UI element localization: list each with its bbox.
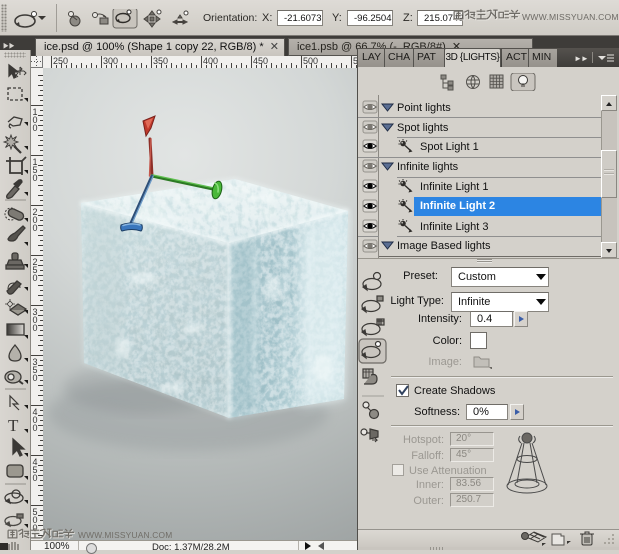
- svg-text:0: 0: [33, 373, 38, 383]
- svg-text:0: 0: [33, 323, 38, 333]
- svg-text:WWW.MISSYUAN.COM: WWW.MISSYUAN.COM: [78, 530, 172, 540]
- svg-text:350: 350: [153, 56, 168, 66]
- svg-text:400: 400: [203, 56, 218, 66]
- svg-text:WWW.MISSYUAN.COM: WWW.MISSYUAN.COM: [522, 12, 618, 22]
- svg-text:0: 0: [33, 473, 38, 483]
- svg-text:450: 450: [253, 56, 268, 66]
- svg-text:0: 0: [33, 173, 38, 183]
- svg-text:300: 300: [103, 56, 118, 66]
- svg-text:250: 250: [53, 56, 68, 66]
- svg-text:T: T: [8, 416, 19, 435]
- svg-text:0: 0: [33, 423, 38, 433]
- svg-text:0: 0: [33, 223, 38, 233]
- svg-text:0: 0: [33, 123, 38, 133]
- svg-text:0: 0: [33, 273, 38, 283]
- svg-text:500: 500: [303, 56, 318, 66]
